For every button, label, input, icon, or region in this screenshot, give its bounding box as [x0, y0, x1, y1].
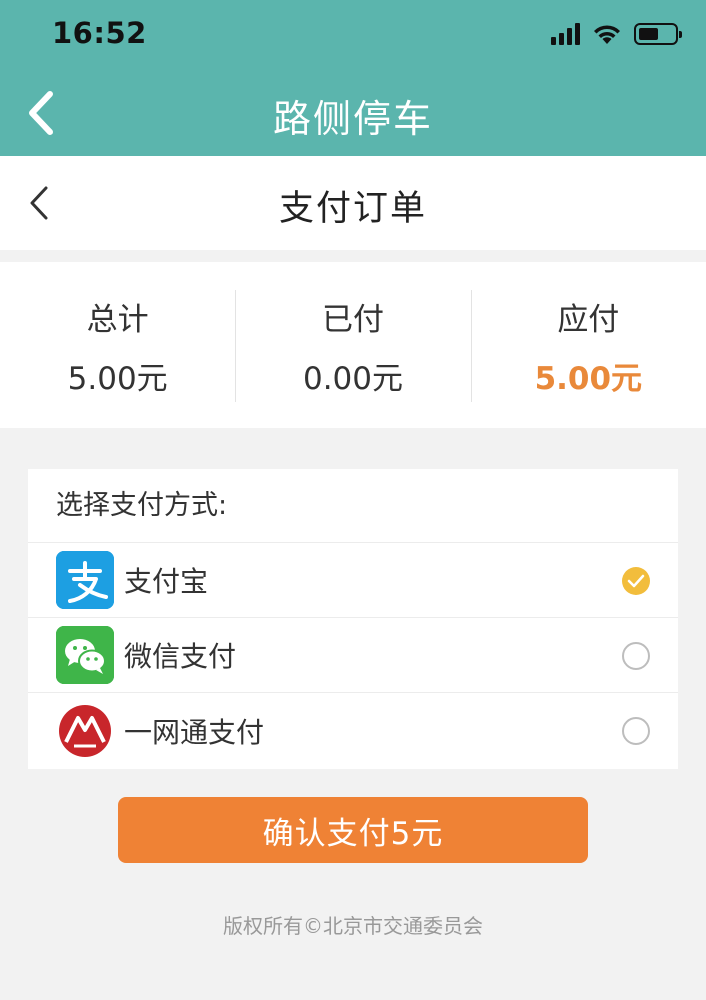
page-header: 支付订单 — [0, 156, 706, 250]
signal-icon — [551, 23, 580, 45]
summary-label: 应付 — [557, 302, 620, 338]
radio-checked[interactable] — [622, 567, 650, 595]
payment-option-cmb[interactable]: 一网通支付 — [28, 693, 678, 768]
cmb-icon — [56, 701, 114, 760]
alipay-icon — [56, 551, 114, 609]
summary-paid: 已付 0.00元 — [235, 262, 470, 428]
payment-option-alipay[interactable]: 支付宝 — [28, 543, 678, 618]
wifi-icon — [594, 25, 620, 44]
check-icon — [627, 574, 645, 588]
payment-option-label: 微信支付 — [124, 640, 237, 673]
status-icons — [551, 20, 682, 48]
summary-label: 总计 — [86, 302, 149, 338]
app-title: 路侧停车 — [272, 97, 433, 141]
payment-option-label: 支付宝 — [124, 565, 209, 598]
payment-option-wechat[interactable]: 微信支付 — [28, 618, 678, 693]
payment-option-label: 一网通支付 — [124, 715, 265, 749]
summary-total: 总计 5.00元 — [0, 262, 235, 428]
radio-unchecked[interactable] — [622, 717, 650, 745]
radio-unchecked[interactable] — [622, 642, 650, 670]
page-title: 支付订单 — [278, 189, 427, 229]
app-header: 16:52 路侧停车 — [0, 0, 706, 156]
copyright-footer: 版权所有©北京市交通委员会 — [223, 914, 483, 938]
confirm-payment-button[interactable]: 确认支付5元 — [118, 797, 588, 863]
summary-due: 应付 5.00元 — [470, 262, 706, 428]
wechat-pay-icon — [56, 626, 114, 684]
status-time: 16:52 — [52, 16, 147, 50]
payment-method-card: 选择支付方式: 支付宝 微信支付 一网通支付 — [28, 469, 678, 769]
payment-method-heading: 选择支付方式: — [28, 469, 678, 543]
battery-icon — [634, 23, 682, 45]
summary-value: 0.00元 — [302, 361, 403, 397]
order-summary: 总计 5.00元 已付 0.00元 应付 5.00元 — [0, 262, 706, 428]
summary-value: 5.00元 — [67, 361, 168, 397]
summary-label: 已付 — [321, 302, 384, 338]
summary-due-value: 5.00元 — [534, 361, 643, 397]
